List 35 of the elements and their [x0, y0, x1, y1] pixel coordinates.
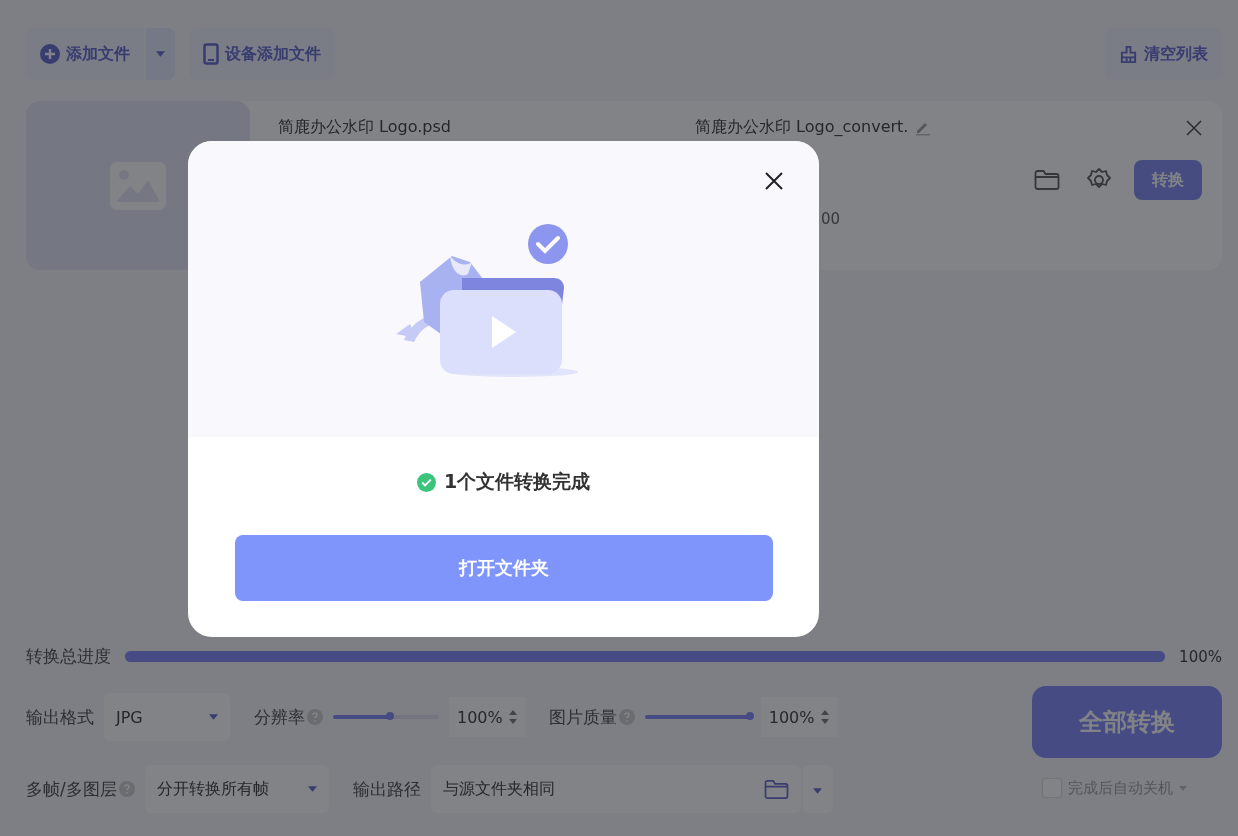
slider-thumb[interactable] — [745, 712, 754, 720]
stepper-arrows-icon[interactable] — [820, 710, 829, 724]
quality-stepper[interactable]: 100% — [760, 697, 837, 737]
format-select[interactable]: JPG — [104, 693, 230, 741]
dropdown-button[interactable] — [146, 28, 175, 80]
broom-icon — [1119, 44, 1138, 64]
file-info-text: 00 — [821, 210, 842, 228]
output-path-label: 输出路径 — [352, 777, 421, 801]
slider-thumb[interactable] — [386, 712, 395, 720]
output-file-name: 简鹿办公水印 Logo_convert. — [695, 117, 909, 138]
resolution-stepper[interactable]: 100% — [449, 697, 525, 737]
frames-label: 多帧/多图层 — [26, 777, 117, 801]
open-folder-button[interactable]: 打开文件夹 — [234, 535, 773, 601]
success-icon — [416, 472, 436, 492]
stepper-arrows-icon[interactable] — [508, 710, 517, 724]
status-message: 1个文件转换完成 — [443, 469, 591, 494]
caret-icon — [209, 714, 218, 720]
caret-icon — [307, 786, 317, 792]
progress-reading: 100% — [1179, 647, 1222, 666]
source-file-name: 简鹿办公水印 Logo.psd — [278, 117, 451, 136]
folder-icon[interactable] — [763, 778, 789, 800]
close-icon[interactable] — [765, 172, 783, 190]
caret-icon[interactable] — [1179, 785, 1187, 791]
folder-icon[interactable] — [1034, 169, 1060, 191]
caret-icon — [813, 787, 823, 794]
progress-label: 转换总进度 — [26, 645, 111, 668]
frames-select[interactable]: 分开转换所有帧 — [144, 765, 329, 813]
caret-icon — [156, 51, 165, 57]
plus-icon — [40, 44, 60, 64]
phone-icon — [203, 43, 219, 65]
quality-label: 图片质量 — [548, 705, 617, 729]
output-format-label: 输出格式 — [26, 705, 94, 729]
output-path-field[interactable]: 与源文件夹相同 — [430, 765, 801, 813]
path-dropdown-button[interactable] — [802, 765, 833, 813]
resolution-label: 分辨率 — [254, 705, 305, 729]
